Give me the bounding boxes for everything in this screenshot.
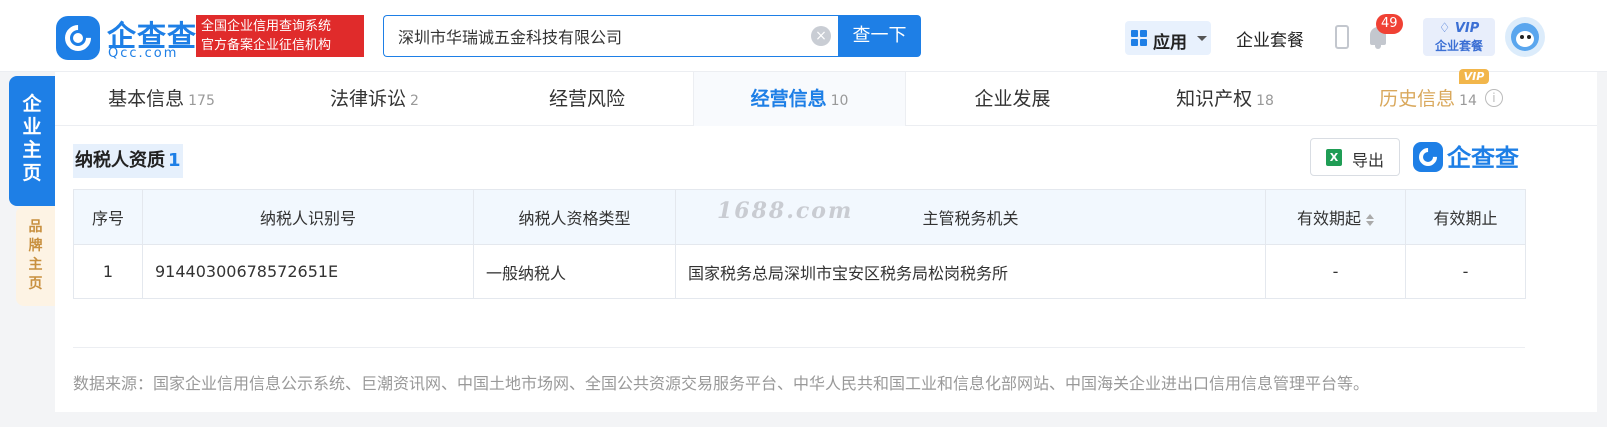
tab-label: 经营风险 [548, 88, 625, 110]
watermark: 1688.com [717, 198, 854, 224]
section-count: 1 [168, 150, 181, 171]
search-input[interactable] [398, 24, 798, 48]
tab-label: 历史信息 [1379, 88, 1456, 110]
tab-count: 14 [1459, 93, 1477, 109]
search-button[interactable]: 查一下 [838, 15, 921, 57]
brand-logo-text: 企查查 [1447, 144, 1519, 172]
tab-label: 经营信息 [750, 88, 827, 110]
tab-operation-info[interactable]: 经营信息 10 [693, 72, 906, 126]
column-header: 纳税人识别号 [142, 189, 474, 245]
apps-grid-icon [1131, 30, 1147, 46]
enterprise-package-link[interactable]: 企业套餐 [1236, 26, 1304, 51]
tab-count: 18 [1256, 93, 1274, 109]
sort-icon[interactable] [1366, 213, 1374, 226]
tab-bar: 基本信息 175 法律诉讼 2 经营风险 经营信息 10 企业发展 知识产权 18 历史… [55, 69, 1597, 126]
slogan-line: 官方备案企业征信机构 [201, 38, 332, 53]
side-tab-company-home[interactable]: 企业主页 [9, 76, 55, 206]
section-title-label: 纳税人资质 [75, 150, 165, 171]
section-title: 纳税人资质 1 [73, 144, 183, 178]
column-header: 有效期止 [1405, 189, 1526, 245]
tab-count: 2 [410, 93, 419, 109]
slogan-line: 全国企业信用查询系统 [201, 19, 332, 34]
qcc-logo-icon [56, 16, 100, 60]
side-tab-company-home-label: 企业主页 [22, 93, 42, 184]
cell-taxpayer-id: 91440300678572651E [142, 244, 474, 299]
column-header-label: 有效期起 [1296, 209, 1361, 228]
logo-name-en: Qcc.com [108, 46, 179, 61]
tab-label: 知识产权 [1176, 88, 1253, 110]
notification-count-badge: 49 [1376, 14, 1403, 34]
column-header: 序号 [73, 189, 143, 245]
search-box: × [383, 15, 839, 57]
vip-title: ♢ VIP [1438, 21, 1480, 36]
vip-tag: VIP [1459, 69, 1489, 84]
data-source-note: 数据来源：国家企业信用信息公示系统、巨潮资讯网、中国土地市场网、全国公共资源交易… [73, 374, 1370, 393]
column-header-sortable[interactable]: 有效期起 [1265, 189, 1406, 245]
qcc-brand-logo: 企查查 [1413, 141, 1527, 173]
table-row: 1 91440300678572651E 一般纳税人 国家税务总局深圳市宝安区税… [73, 244, 1526, 299]
info-icon[interactable]: i [1484, 89, 1503, 107]
user-avatar[interactable] [1505, 17, 1545, 57]
tab-legal[interactable]: 法律诉讼 2 [268, 72, 481, 126]
vip-subtitle: 企业套餐 [1434, 39, 1483, 53]
export-button[interactable]: X 导出 [1310, 138, 1400, 176]
cell-taxpayer-type: 一般纳税人 [473, 244, 676, 299]
slogan-banner: 全国企业信用查询系统 官方备案企业征信机构 [196, 15, 364, 57]
tab-label: 企业发展 [974, 88, 1051, 110]
excel-icon: X [1326, 149, 1342, 166]
cell-valid-to: - [1405, 244, 1526, 299]
tab-count: 175 [188, 93, 215, 109]
apps-label: 应用 [1153, 33, 1187, 53]
export-label: 导出 [1352, 151, 1385, 170]
mobile-phone-icon[interactable] [1335, 25, 1349, 49]
tab-label: 法律诉讼 [330, 88, 407, 110]
tab-operation-risk[interactable]: 经营风险 [481, 72, 693, 126]
side-tab-brand-home-label: 品牌主页 [28, 219, 43, 292]
tab-label: 基本信息 [108, 88, 185, 110]
tab-ip[interactable]: 知识产权 18 [1119, 72, 1331, 126]
tab-count: 10 [830, 93, 849, 109]
clear-icon[interactable]: × [811, 26, 831, 46]
top-header: 企查查 Qcc.com 全国企业信用查询系统 官方备案企业征信机构 × 查一下 … [0, 0, 1607, 72]
tab-basic-info[interactable]: 基本信息 175 [55, 72, 268, 126]
chevron-down-icon [1197, 36, 1207, 41]
qcc-logo-icon [1413, 142, 1443, 172]
main-panel: 基本信息 175 法律诉讼 2 经营风险 经营信息 10 企业发展 知识产权 18 历史… [55, 69, 1597, 412]
cell-index: 1 [73, 244, 143, 299]
side-tab-brand-home[interactable]: 品牌主页 [16, 206, 55, 306]
apps-button[interactable]: 应用 [1125, 21, 1211, 55]
cell-tax-authority[interactable]: 国家税务总局深圳市宝安区税务局松岗税务所 [675, 244, 1266, 299]
vip-package-button[interactable]: ♢ VIP 企业套餐 [1423, 18, 1495, 56]
divider [73, 347, 1525, 348]
tab-history[interactable]: 历史信息 14 i [1331, 72, 1551, 126]
qcc-logo[interactable]: 企查查 Qcc.com [56, 15, 196, 61]
column-header: 纳税人资格类型 [473, 189, 676, 245]
cell-valid-from: - [1265, 244, 1406, 299]
tab-development[interactable]: 企业发展 [906, 72, 1119, 126]
